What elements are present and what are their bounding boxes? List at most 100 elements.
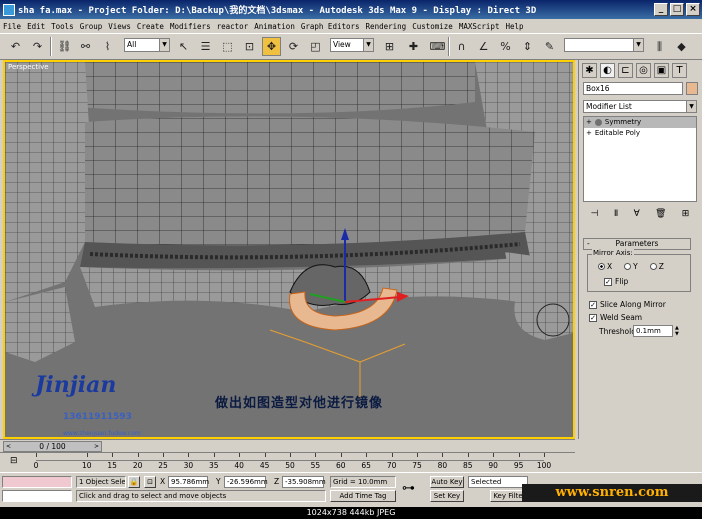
menu-customize[interactable]: Customize: [409, 22, 456, 31]
rectangular-selection-icon[interactable]: ⬚: [218, 37, 237, 56]
y-coordinate-input[interactable]: -26.596mm: [224, 476, 268, 488]
unlink-icon[interactable]: ⚯: [76, 37, 95, 56]
selection-filter-dropdown[interactable]: All ▼: [124, 38, 170, 52]
angle-snap-icon[interactable]: ∠: [474, 37, 493, 56]
create-tab-icon[interactable]: ✱: [582, 63, 597, 78]
maximize-button[interactable]: □: [670, 3, 684, 16]
utilities-tab-icon[interactable]: T: [672, 63, 687, 78]
axis-z-radio[interactable]: Z: [649, 262, 664, 271]
undo-icon[interactable]: ↶: [6, 37, 25, 56]
menu-views[interactable]: Views: [105, 22, 134, 31]
key-filters-button[interactable]: Key Filte: [490, 490, 526, 502]
remove-modifier-icon[interactable]: 🗑: [655, 209, 666, 219]
auto-key-button[interactable]: Auto Key: [430, 476, 464, 488]
expand-icon[interactable]: +: [586, 128, 592, 139]
ruler-tick-label: 40: [234, 461, 244, 470]
flip-checkbox[interactable]: ✓ Flip: [604, 277, 628, 286]
keyboard-shortcut-toggle-icon[interactable]: ⌨: [428, 37, 447, 56]
pin-stack-icon[interactable]: ⊣: [591, 209, 599, 219]
expand-icon[interactable]: +: [586, 117, 592, 128]
object-color-swatch[interactable]: [686, 82, 698, 95]
lock-selection-icon[interactable]: 🔒: [128, 476, 140, 488]
menu-graph-editors[interactable]: Graph Editors: [298, 22, 363, 31]
spinner-snap-icon[interactable]: ⇕: [518, 37, 537, 56]
bulb-icon[interactable]: [594, 119, 602, 126]
redo-icon[interactable]: ↷: [28, 37, 47, 56]
window-crossing-icon[interactable]: ⊡: [240, 37, 259, 56]
stack-item-editable-poly[interactable]: + Editable Poly: [584, 128, 696, 139]
select-and-link-icon[interactable]: ⛓: [55, 37, 74, 56]
minimize-button[interactable]: _: [654, 3, 668, 16]
display-tab-icon[interactable]: ▣: [654, 63, 669, 78]
motion-tab-icon[interactable]: ◎: [636, 63, 651, 78]
time-slider-thumb[interactable]: < 0 / 100 >: [3, 441, 102, 452]
modifier-list-dropdown[interactable]: Modifier List ▼: [583, 100, 697, 113]
time-slider[interactable]: < 0 / 100 >: [0, 439, 575, 452]
perspective-viewport[interactable]: Perspective Jinjian 13611911593 www.zhen…: [3, 60, 575, 439]
mirror-icon[interactable]: ⫼: [650, 37, 669, 56]
menu-file[interactable]: File: [0, 22, 24, 31]
key-mode-dropdown[interactable]: Selected: [468, 476, 528, 488]
axis-y-radio[interactable]: Y: [624, 262, 638, 271]
select-and-rotate-icon[interactable]: ⟳: [284, 37, 303, 56]
configure-modifier-sets-icon[interactable]: ⊞: [682, 209, 690, 219]
check-icon: ✓: [589, 300, 597, 309]
maxscript-listener-pink[interactable]: [2, 476, 72, 488]
absolute-mode-icon[interactable]: ⊡: [144, 476, 156, 488]
align-icon[interactable]: ◆: [672, 37, 691, 56]
ruler-tick-mark: [290, 453, 291, 457]
axis-x-label: X: [607, 262, 613, 271]
menu-modifiers[interactable]: Modifiers: [167, 22, 214, 31]
menu-create[interactable]: Create: [134, 22, 167, 31]
edit-named-selection-icon[interactable]: ✎: [540, 37, 559, 56]
stack-item-symmetry[interactable]: + Symmetry: [584, 117, 696, 128]
viewport-label[interactable]: Perspective: [8, 63, 49, 71]
snap-toggle-icon[interactable]: ∩: [452, 37, 471, 56]
axis-x-radio[interactable]: X: [598, 262, 612, 271]
weld-seam-checkbox[interactable]: ✓ Weld Seam: [589, 313, 642, 322]
reference-coordinate-dropdown[interactable]: View ▼: [330, 38, 374, 52]
named-selection-dropdown[interactable]: ▼: [564, 38, 644, 52]
stack-item-label: Symmetry: [604, 118, 642, 126]
menu-reactor[interactable]: reactor: [214, 22, 252, 31]
x-coordinate-input[interactable]: 95.786mm: [168, 476, 209, 488]
percent-snap-icon[interactable]: %: [496, 37, 515, 56]
maxscript-listener-white[interactable]: [2, 490, 72, 502]
select-and-scale-icon[interactable]: ◰: [306, 37, 325, 56]
select-object-icon[interactable]: ↖: [174, 37, 193, 56]
z-coordinate-input[interactable]: -35.908mm: [282, 476, 326, 488]
select-and-move-icon[interactable]: ✥: [262, 37, 281, 56]
pivot-center-icon[interactable]: ⊞: [380, 37, 399, 56]
ruler-tick-mark: [340, 453, 342, 457]
chevron-down-icon: ▼: [633, 39, 643, 51]
select-by-name-icon[interactable]: ☰: [196, 37, 215, 56]
close-button[interactable]: ×: [686, 3, 700, 16]
menu-help[interactable]: Help: [502, 22, 526, 31]
ruler-tick-label: 60: [336, 461, 346, 470]
title-bar: sha fa.max - Project Folder: D:\Backup\我…: [0, 0, 702, 19]
slice-along-mirror-checkbox[interactable]: ✓ Slice Along Mirror: [589, 300, 666, 309]
select-manipulate-icon[interactable]: ✚: [404, 37, 423, 56]
y-label: Y: [216, 477, 221, 486]
hierarchy-tab-icon[interactable]: ⊏: [618, 63, 633, 78]
menu-animation[interactable]: Animation: [251, 22, 298, 31]
menu-maxscript[interactable]: MAXScript: [456, 22, 503, 31]
show-end-result-icon[interactable]: Ⅱ: [614, 209, 618, 219]
menu-edit[interactable]: Edit: [24, 22, 48, 31]
menu-rendering[interactable]: Rendering: [363, 22, 410, 31]
modifier-list-label: Modifier List: [586, 102, 632, 111]
threshold-spinner-icon[interactable]: ▲ ▼: [675, 325, 681, 337]
curve-editor-icon[interactable]: ⊟: [10, 456, 22, 466]
menu-group[interactable]: Group: [77, 22, 106, 31]
bind-space-warp-icon[interactable]: ⌇: [98, 37, 117, 56]
make-unique-icon[interactable]: ∀: [634, 209, 640, 219]
object-name-field[interactable]: Box16: [583, 82, 683, 95]
threshold-input[interactable]: 0.1mm: [633, 325, 673, 337]
ruler-tick-label: 0: [33, 461, 39, 470]
add-time-tag-button[interactable]: Add Time Tag: [330, 490, 396, 502]
ruler-tick-mark: [391, 453, 393, 457]
menu-tools[interactable]: Tools: [48, 22, 77, 31]
track-bar[interactable]: ⊟ 0 10 15 20 25 30 35 40 45 50 55 60 65 70 75 80 85 90 95 1…: [0, 452, 575, 472]
set-key-button[interactable]: Set Key: [430, 490, 464, 502]
modify-tab-icon[interactable]: ◐: [600, 63, 615, 78]
